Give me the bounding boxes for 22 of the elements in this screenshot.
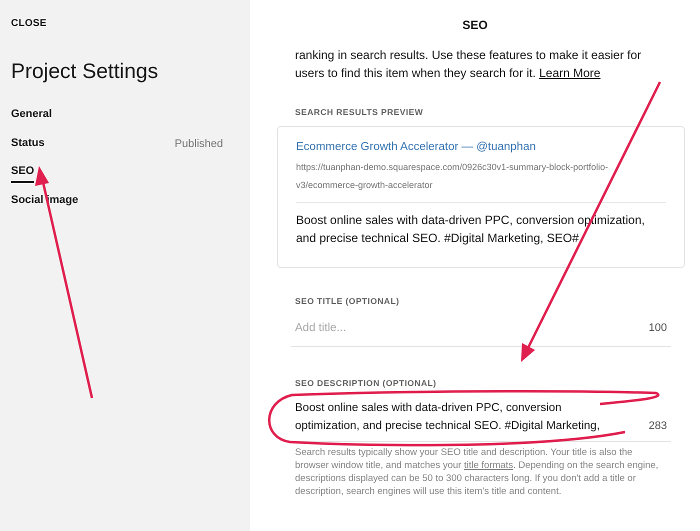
character-count: 283 — [648, 419, 667, 434]
close-button[interactable]: CLOSE — [11, 16, 47, 31]
status-value: Published — [174, 137, 223, 152]
section-heading: SEARCH RESULTS PREVIEW — [294, 106, 424, 119]
sidebar-item[interactable]: Status — [11, 134, 45, 154]
panel-title: SEO — [461, 17, 489, 34]
preview-title: Ecommerce Growth Accelerator — @tuanphan — [296, 140, 537, 155]
help-text: Search results typically show your SEO title and description. Your title is also the browser window title, and matches your title formats. Depending on the search engine, descriptions displayed can be 50 to 300 characters long. If you don't add a title or description, search engines will use this item's title and content. — [294, 446, 660, 498]
sidebar-item[interactable]: General — [11, 106, 52, 126]
intro-text: ranking in search results. Use these features to make it easier for users to find this item when they search for it. Learn More — [294, 47, 642, 82]
description-field[interactable]: Boost online sales with data-driven PPC, conversion optimization, and precise technical SEO. #Digital Marketing, 283 — [291, 390, 671, 442]
title-formats-link[interactable]: title formats — [464, 460, 514, 471]
title-field[interactable]: Add title... 100 — [291, 308, 671, 347]
learn-more-link[interactable]: Learn More — [539, 66, 600, 80]
settings-title: Project Settings — [11, 59, 160, 85]
title-input[interactable]: Add title... — [295, 320, 649, 337]
character-count: 100 — [648, 321, 667, 336]
field-label: SEO DESCRIPTION (OPTIONAL) — [294, 377, 438, 390]
field-label: SEO TITLE (OPTIONAL) — [294, 295, 400, 308]
preview-url: https://tuanphan-demo.squarespace.com/0926c30v1-summary-block-portfolio-v3/ecommerce-growth-accelerator — [296, 161, 610, 192]
description-value[interactable]: Boost online sales with data-driven PPC, conversion optimization, and precise technical SEO. #Digital Marketing, — [295, 398, 625, 435]
sidebar-item[interactable]: SEO — [11, 163, 34, 182]
